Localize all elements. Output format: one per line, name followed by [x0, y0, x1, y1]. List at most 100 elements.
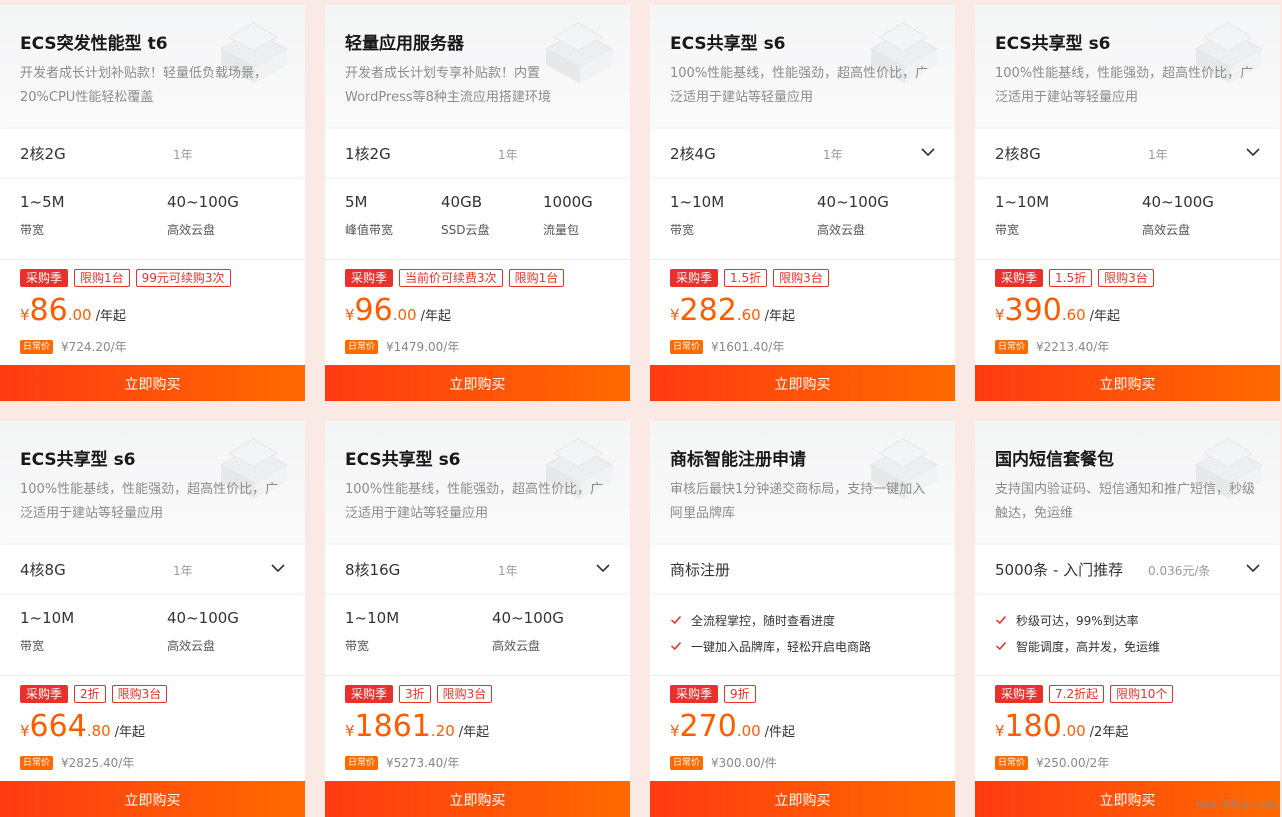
price-decimal: .60: [736, 306, 761, 324]
check-icon: [995, 616, 1007, 625]
product-description: 100%性能基线，性能强劲，超高性价比，广泛适用于建站等轻量应用: [995, 66, 1254, 105]
card-header: ECS共享型 s6 100%性能基线，性能强劲，超高性价比，广泛适用于建站等轻量应…: [325, 421, 630, 545]
product-description: 审核后最快1分钟递交商标局，支持一键加入阿里品牌库: [670, 482, 926, 521]
feature-value: 40GB: [441, 193, 483, 211]
regular-price-value: ¥250.00/2年: [1036, 756, 1110, 770]
season-badge: 采购季: [995, 269, 1044, 287]
divider: [975, 259, 1280, 260]
spec-feature: 40~100G 高效云盘: [1142, 193, 1214, 238]
promo-tag: 限购1台: [508, 269, 565, 287]
promo-tag: 限购3台: [436, 685, 493, 703]
spec-selector: 2核2G 1年: [0, 129, 305, 177]
feature-label: 高效云盘: [167, 223, 216, 237]
promo-price: ¥270.00/件起: [670, 709, 795, 744]
promo-tag: 3折: [399, 685, 431, 703]
regular-price: 日常价 ¥5273.40/年: [345, 754, 459, 771]
product-card: ECS共享型 s6 100%性能基线，性能强劲，超高性价比，广泛适用于建站等轻量应…: [325, 421, 630, 817]
promo-tags: 采购季 1.5折 限购3台: [995, 269, 1154, 287]
benefit-text: 秒级可达，99%到达率: [1016, 613, 1139, 628]
spec-selector[interactable]: 4核8G 1年: [0, 545, 305, 593]
divider: [325, 675, 630, 676]
product-card: 国内短信套餐包 支持国内验证码、短信通知和推广短信，秒级触达，免运维 5000条 -…: [975, 421, 1280, 817]
regular-price: 日常价 ¥1601.40/年: [670, 338, 784, 355]
product-title: 国内短信套餐包: [995, 450, 1114, 470]
season-badge: 采购季: [995, 685, 1044, 703]
regular-price-value: ¥300.00/件: [711, 756, 777, 770]
product-card: 轻量应用服务器 开发者成长计划专享补贴款！内置WordPress等8种主流应用搭建…: [325, 5, 630, 401]
spec-feature: 5M 峰值带宽: [345, 193, 393, 238]
chevron-down-icon[interactable]: [1246, 563, 1260, 573]
buy-now-button[interactable]: 立即购买: [0, 781, 305, 817]
spec-value: 5000条 - 入门推荐: [995, 561, 1124, 579]
purchase-period: 1年: [173, 148, 193, 162]
promo-tag: 7.2折起: [1049, 685, 1105, 703]
season-badge: 采购季: [670, 685, 719, 703]
benefit-text: 智能调度，高并发，免运维: [1016, 639, 1161, 654]
price-decimal: .00: [1061, 722, 1086, 740]
spec-selector[interactable]: 8核16G 1年: [325, 545, 630, 593]
buy-now-button[interactable]: 立即购买: [325, 781, 630, 817]
product-card: ECS共享型 s6 100%性能基线，性能强劲，超高性价比，广泛适用于建站等轻量应…: [975, 5, 1280, 401]
spec-selector[interactable]: 2核8G 1年: [975, 129, 1280, 177]
spec-feature: 1000G 流量包: [543, 193, 593, 238]
promo-price: ¥390.60/年起: [995, 293, 1120, 328]
divider: [0, 675, 305, 676]
feature-value: 40~100G: [1142, 193, 1214, 211]
spec-feature: 1~10M 带宽: [20, 609, 74, 654]
buy-now-button[interactable]: 立即购买: [650, 365, 955, 401]
check-icon: [670, 616, 682, 625]
regular-price-badge: 日常价: [995, 339, 1029, 354]
product-title: ECS共享型 s6: [20, 450, 136, 470]
price-integer: 664: [29, 709, 87, 744]
regular-price: 日常价 ¥2825.40/年: [20, 754, 134, 771]
promo-price: ¥1861.20/年起: [345, 709, 489, 744]
spec-value: 4核8G: [20, 561, 66, 579]
chevron-down-icon[interactable]: [596, 563, 610, 573]
price-unit: /年起: [95, 309, 126, 324]
promo-tags: 采购季 2折 限购3台: [20, 685, 168, 703]
feature-value: 40~100G: [167, 193, 239, 211]
regular-price-badge: 日常价: [995, 755, 1029, 770]
regular-price-badge: 日常价: [345, 339, 379, 354]
feature-label: 带宽: [670, 223, 695, 237]
price-decimal: .00: [67, 306, 92, 324]
currency-symbol: ¥: [995, 306, 1005, 324]
price-integer: 180: [1004, 709, 1062, 744]
currency-symbol: ¥: [20, 306, 30, 324]
promo-tags: 采购季 当前价可续费3次 限购1台: [345, 269, 565, 287]
buy-now-button[interactable]: 立即购买: [975, 365, 1280, 401]
chevron-down-icon[interactable]: [921, 147, 935, 157]
promo-tags: 采购季 9折: [670, 685, 756, 703]
spec-selector[interactable]: 5000条 - 入门推荐 0.036元/条: [975, 545, 1280, 593]
buy-now-button[interactable]: 立即购买: [325, 365, 630, 401]
regular-price-value: ¥1601.40/年: [711, 340, 785, 354]
promo-price: ¥282.60/年起: [670, 293, 795, 328]
spec-selector[interactable]: 2核4G 1年: [650, 129, 955, 177]
feature-value: 40~100G: [167, 609, 239, 627]
season-badge: 采购季: [345, 269, 394, 287]
spec-value: 2核8G: [995, 145, 1041, 163]
feature-value: 1~10M: [670, 193, 725, 211]
watermark: www.94ip.com: [1196, 797, 1276, 810]
feature-value: 40~100G: [817, 193, 889, 211]
chevron-down-icon[interactable]: [271, 563, 285, 573]
feature-label: 带宽: [20, 639, 45, 653]
spec-feature: 1~10M 带宽: [995, 193, 1049, 238]
price-integer: 96: [354, 293, 393, 328]
promo-tag: 1.5折: [724, 269, 768, 287]
chevron-down-icon[interactable]: [1246, 147, 1260, 157]
spec-value: 商标注册: [670, 561, 731, 579]
promo-tags: 采购季 3折 限购3台: [345, 685, 493, 703]
unit-price: 0.036元/条: [1148, 564, 1211, 578]
promo-tags: 采购季 1.5折 限购3台: [670, 269, 829, 287]
promo-tag: 限购3台: [773, 269, 829, 287]
benefit-item: 全流程掌控，随时查看进度: [670, 607, 871, 633]
promo-price: ¥86.00/年起: [20, 293, 126, 328]
spec-feature: 40~100G 高效云盘: [817, 193, 889, 238]
feature-value: 1~10M: [20, 609, 75, 627]
product-description: 100%性能基线，性能强劲，超高性价比，广泛适用于建站等轻量应用: [670, 66, 929, 105]
divider: [975, 675, 1280, 676]
regular-price-value: ¥5273.40/年: [386, 756, 460, 770]
buy-now-button[interactable]: 立即购买: [650, 781, 955, 817]
buy-now-button[interactable]: 立即购买: [0, 365, 305, 401]
